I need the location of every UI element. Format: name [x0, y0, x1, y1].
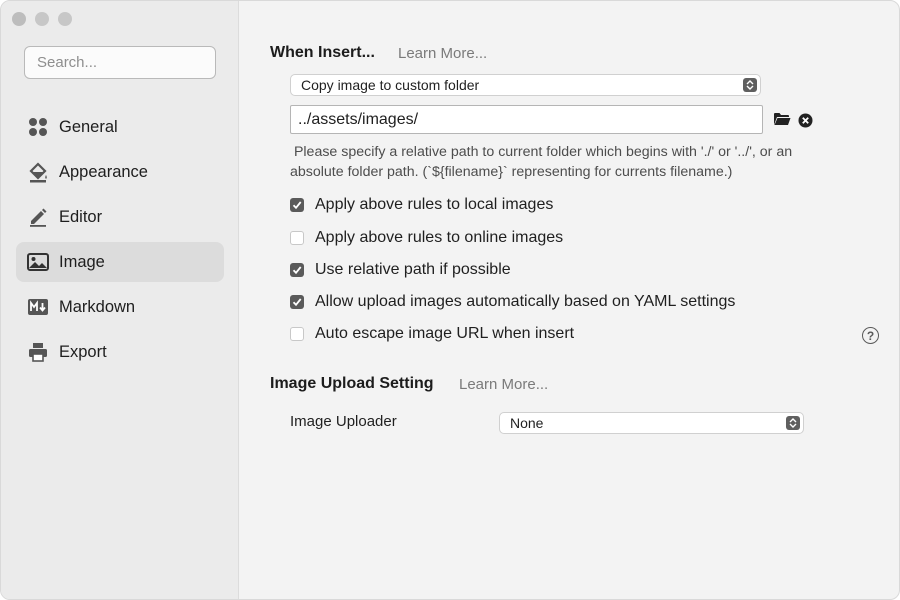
- preferences-window: General Appearance: [0, 0, 900, 600]
- option-apply-local[interactable]: Apply above rules to local images: [290, 195, 553, 215]
- sidebar-item-editor[interactable]: Editor: [16, 197, 224, 237]
- image-settings-panel: When Insert... Learn More... Copy image …: [240, 1, 899, 599]
- option-apply-online[interactable]: Apply above rules to online images: [290, 228, 563, 248]
- upload-learn-more-link[interactable]: Learn More...: [459, 376, 548, 393]
- image-icon: [27, 251, 49, 273]
- image-uploader-select[interactable]: None: [499, 412, 804, 434]
- sidebar-item-export[interactable]: Export: [16, 332, 224, 372]
- option-label: Use relative path if possible: [315, 261, 511, 278]
- sidebar-item-label: Image: [59, 252, 105, 271]
- checkbox-unchecked[interactable]: [290, 231, 304, 245]
- sidebar-item-appearance[interactable]: Appearance: [16, 152, 224, 192]
- checkbox-checked[interactable]: [290, 263, 304, 277]
- when-insert-title: When Insert...: [270, 44, 375, 61]
- zoom-window-button[interactable]: [58, 12, 72, 26]
- option-label: Auto escape image URL when insert: [315, 325, 575, 342]
- sidebar-item-general[interactable]: General: [16, 107, 224, 147]
- folder-icon[interactable]: [773, 112, 791, 131]
- path-help-line-1: Please specify a relative path to curren…: [290, 144, 793, 160]
- pencil-icon: [27, 206, 49, 228]
- window-controls: [12, 12, 72, 26]
- checkbox-checked[interactable]: [290, 198, 304, 212]
- upload-setting-title: Image Upload Setting: [270, 375, 434, 392]
- image-folder-path-input[interactable]: [290, 105, 763, 134]
- when-insert-learn-more-link[interactable]: Learn More...: [398, 45, 487, 62]
- minimize-window-button[interactable]: [35, 12, 49, 26]
- sidebar-item-label: Editor: [59, 207, 103, 226]
- sidebar-item-markdown[interactable]: Markdown: [16, 287, 224, 327]
- checkbox-unchecked[interactable]: [290, 327, 304, 341]
- path-help-text: Please specify a relative path to curren…: [290, 142, 880, 182]
- option-label: Apply above rules to online images: [315, 229, 564, 246]
- updown-chevron-icon: [786, 416, 800, 430]
- image-uploader-label: Image Uploader: [290, 413, 397, 430]
- help-question-icon[interactable]: ?: [862, 327, 879, 344]
- option-relative-path[interactable]: Use relative path if possible: [290, 260, 511, 280]
- checkmark-icon: [292, 201, 302, 210]
- printer-icon: [27, 341, 49, 363]
- sidebar-nav: General Appearance Editor Image Markdown…: [16, 107, 224, 377]
- option-auto-upload-yaml[interactable]: Allow upload images automatically based …: [290, 292, 735, 312]
- image-uploader-select-value: None: [510, 415, 544, 431]
- option-label: Allow upload images automatically based …: [315, 293, 736, 310]
- checkmark-icon: [292, 266, 302, 275]
- sidebar-item-label: Export: [59, 342, 107, 361]
- checkmark-icon: [292, 298, 302, 307]
- option-label: Apply above rules to local images: [315, 196, 554, 213]
- insert-action-select-value: Copy image to custom folder: [301, 77, 480, 93]
- option-auto-escape-url[interactable]: Auto escape image URL when insert: [290, 324, 574, 344]
- paint-bucket-icon: [27, 161, 49, 183]
- markdown-icon: [27, 296, 49, 318]
- general-grid-icon: [27, 116, 49, 138]
- sidebar-item-image[interactable]: Image: [16, 242, 224, 282]
- clear-path-icon[interactable]: [798, 113, 813, 133]
- checkbox-checked[interactable]: [290, 295, 304, 309]
- updown-chevron-icon: [743, 78, 757, 92]
- sidebar: General Appearance: [1, 1, 239, 599]
- insert-action-select[interactable]: Copy image to custom folder: [290, 74, 761, 96]
- path-help-line-2: absolute folder path. (`${filename}` rep…: [290, 164, 733, 180]
- sidebar-item-label: Markdown: [59, 297, 136, 316]
- sidebar-item-label: General: [59, 117, 118, 136]
- sidebar-item-label: Appearance: [59, 162, 148, 181]
- close-window-button[interactable]: [12, 12, 26, 26]
- search-input[interactable]: [24, 46, 216, 79]
